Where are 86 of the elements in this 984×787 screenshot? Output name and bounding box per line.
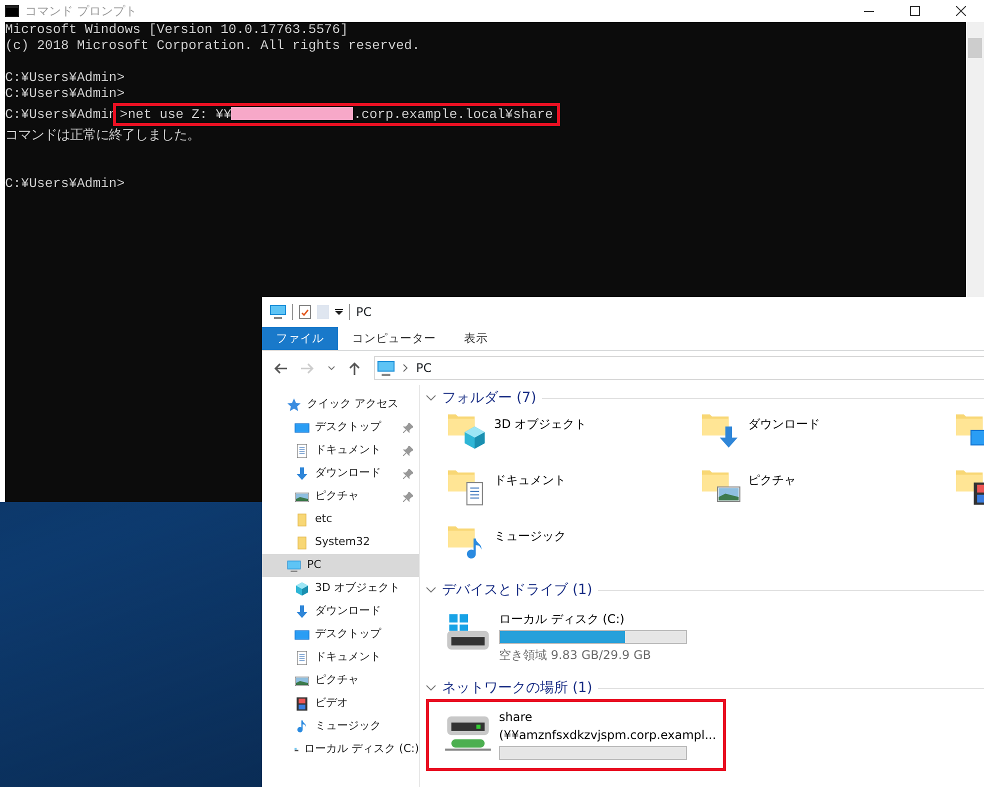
sidebar-item[interactable]: クイック アクセス <box>262 393 419 416</box>
maximize-icon <box>910 6 920 16</box>
sidebar-label: ミュージック <box>315 718 381 734</box>
sidebar-item[interactable]: ピクチャ <box>262 485 419 508</box>
folder-label[interactable]: ダウンロード <box>748 411 820 433</box>
cube-icon <box>294 580 310 596</box>
folder-label[interactable]: ミュージック <box>494 523 566 545</box>
sidebar-label: デスクトップ <box>315 419 381 436</box>
document-icon <box>294 650 310 666</box>
section-header[interactable]: デバイスとドライブ (1) <box>442 580 592 600</box>
sidebar-item[interactable]: ローカル ディスク (C:) <box>262 738 419 761</box>
console-line: コマンドは正常に終了しました。 <box>5 128 200 143</box>
section-header[interactable]: ネットワークの場所 (1) <box>442 678 592 698</box>
sidebar-label: ダウンロード <box>315 465 381 482</box>
sidebar-label: PC <box>307 557 322 574</box>
back-arrow-icon[interactable] <box>274 362 287 374</box>
sidebar-item[interactable]: System32 <box>262 531 419 554</box>
drive-item[interactable]: share (¥¥amznfsxdkzvjspm.corp.exampl... <box>426 699 726 771</box>
command-text-end: .corp.example.local¥share <box>353 107 553 122</box>
console-line: (c) 2018 Microsoft Corporation. All rights reserved. <box>5 38 420 53</box>
sidebar-label: デスクトップ <box>315 626 381 642</box>
folder-label[interactable]: ドキュメント <box>494 467 566 489</box>
sidebar-item[interactable]: デスクトップ <box>262 623 419 646</box>
collapse-chevron-icon[interactable] <box>426 587 436 593</box>
chevron-icon[interactable] <box>328 366 335 370</box>
sidebar-item[interactable]: ダウンロード <box>262 462 419 485</box>
sidebar-item[interactable]: ドキュメント <box>262 439 419 462</box>
section-header[interactable]: フォルダー (7) <box>442 388 536 408</box>
sidebar-label: ドキュメント <box>315 649 381 666</box>
console-line: C:¥Users¥Admin> <box>5 176 125 191</box>
window-title: コマンド プロンプト <box>25 3 137 20</box>
sidebar-item[interactable]: ミュージック <box>262 715 419 738</box>
console-line: Microsoft Windows [Version 10.0.17763.5576] <box>5 22 348 37</box>
sidebar-label: ピクチャ <box>315 488 359 504</box>
console-line: C:¥Users¥Admin> <box>5 70 125 85</box>
sidebar-label: ダウンロード <box>315 603 381 620</box>
collapse-chevron-icon[interactable] <box>426 685 436 691</box>
minimize-icon <box>864 10 874 12</box>
sidebar-item[interactable]: ピクチャ <box>262 669 419 692</box>
ribbon-tab[interactable]: 表示 <box>450 327 502 350</box>
address-bar[interactable]: PC <box>374 356 984 380</box>
drive-label: ローカル ディスク (C:) <box>499 611 626 628</box>
ribbon-tab[interactable]: コンピューター <box>338 327 450 350</box>
folder-label[interactable]: 3D オブジェクト <box>494 411 587 433</box>
down-arrow-icon <box>294 466 310 482</box>
up-arrow-icon[interactable] <box>349 362 360 374</box>
sidebar-item[interactable]: PC <box>262 554 419 577</box>
ribbon-tab[interactable]: ファイル <box>262 327 338 350</box>
console-line: C:¥Users¥Admin> <box>5 86 125 101</box>
sidebar-label: 3D オブジェクト <box>315 580 400 596</box>
address-text: PC <box>416 360 432 377</box>
collapse-chevron-icon[interactable] <box>426 395 436 401</box>
drive-free-space: 空き領域 9.83 GB/29.9 GB <box>499 647 652 664</box>
drive-label: share <box>499 709 534 726</box>
command-text-start: >net use Z: ¥¥ <box>120 107 232 122</box>
sidebar-label: ローカル ディスク (C:) <box>304 741 419 758</box>
dropdown-icon[interactable] <box>335 309 343 315</box>
drive-path: (¥¥amznfsxdkzvjspm.corp.exampl... <box>499 727 716 744</box>
drive-item[interactable]: ローカル ディスク (C:) 空き領域 9.83 GB/29.9 GB <box>426 601 726 673</box>
window-title: PC <box>356 304 372 321</box>
star-icon <box>286 396 302 412</box>
sidebar-label: System32 <box>315 534 370 550</box>
down-arrow-icon <box>294 604 310 620</box>
document-icon <box>294 442 310 458</box>
sidebar-label: ビデオ <box>315 695 348 712</box>
sidebar-item[interactable]: ドキュメント <box>262 646 419 669</box>
sidebar-item[interactable]: 3D オブジェクト <box>262 577 419 600</box>
computer-icon <box>377 360 395 376</box>
sidebar-label: ピクチャ <box>315 672 359 688</box>
sidebar-label: ドキュメント <box>315 442 381 458</box>
close-icon <box>956 6 966 16</box>
sidebar-item[interactable]: デスクトップ <box>262 416 419 439</box>
sidebar-item[interactable]: ビデオ <box>262 692 419 715</box>
properties-icon[interactable] <box>299 305 311 319</box>
folder-label[interactable]: ピクチャ <box>748 467 796 489</box>
computer-icon <box>270 305 286 319</box>
sidebar-item[interactable]: etc <box>262 508 419 531</box>
console-icon <box>5 5 19 17</box>
film-icon <box>294 696 310 712</box>
sidebar-item[interactable]: ダウンロード <box>262 600 419 623</box>
console-prompt: C:¥Users¥Admin <box>5 107 117 122</box>
scrollbar[interactable] <box>966 22 984 297</box>
sidebar-label: クイック アクセス <box>307 396 398 412</box>
computer-icon <box>286 558 302 574</box>
breadcrumb-chevron-icon <box>403 364 408 372</box>
sidebar-label: etc <box>315 511 332 528</box>
